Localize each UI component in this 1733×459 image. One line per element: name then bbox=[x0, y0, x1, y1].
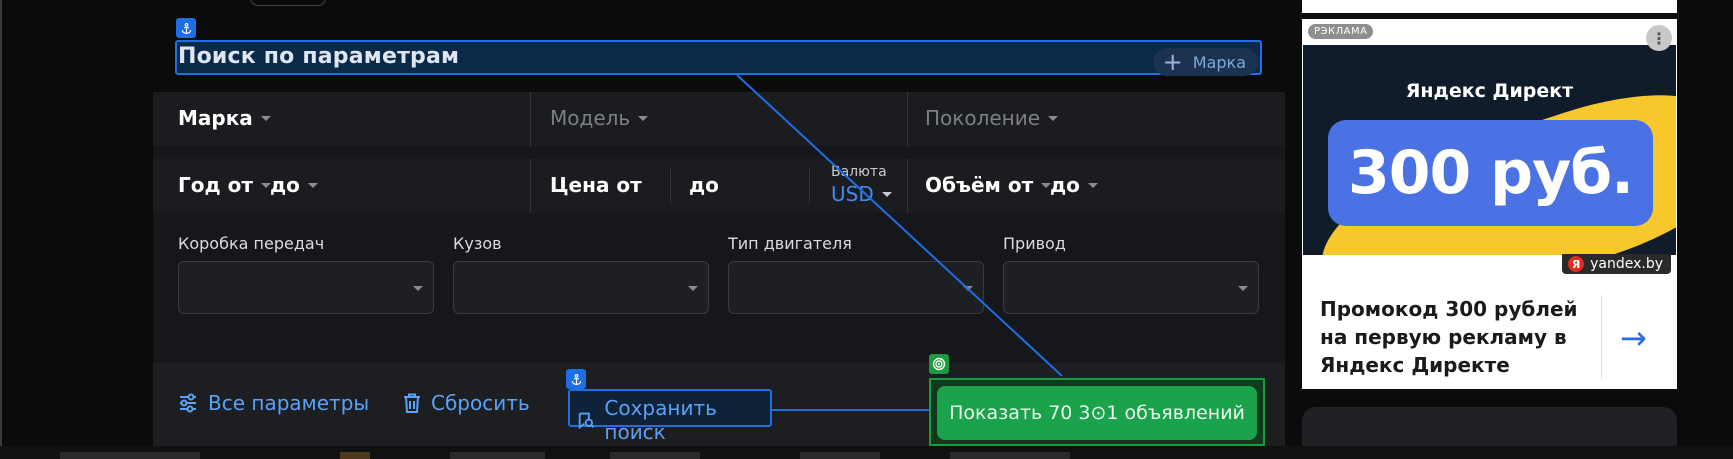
model-select-label: Модель bbox=[550, 106, 631, 130]
arrow-right-icon[interactable]: → bbox=[1620, 319, 1647, 357]
save-search-content: Сохранить поиск bbox=[576, 396, 770, 444]
drive-dropdown[interactable] bbox=[1003, 261, 1259, 314]
show-results-highlight: Показать 70 3⊙1 объявлений bbox=[929, 378, 1265, 446]
search-title-bar: Поиск по параметрам + Марка bbox=[175, 40, 1262, 76]
taskbar bbox=[0, 446, 1733, 459]
taskbar-item bbox=[60, 452, 200, 459]
year-from-select[interactable]: Год от bbox=[178, 173, 271, 197]
range-row: Год от до Цена от до Объём от до bbox=[153, 159, 1285, 213]
brand-select-label: Марка bbox=[178, 106, 253, 130]
chevron-down-icon bbox=[413, 286, 423, 291]
reset-label: Сбросить bbox=[431, 391, 530, 415]
all-params-link[interactable]: Все параметры bbox=[178, 391, 369, 415]
volume-to-label: до bbox=[1050, 173, 1080, 197]
more-options-icon[interactable]: ⋮ bbox=[1646, 25, 1672, 51]
prev-section-edge bbox=[250, 0, 326, 6]
yandex-logo-icon: Я bbox=[1568, 256, 1585, 272]
chevron-down-icon bbox=[260, 115, 271, 121]
gearbox-caption: Коробка передач bbox=[178, 234, 325, 253]
volume-from-select[interactable]: Объём от bbox=[925, 173, 1052, 197]
chevron-down-icon bbox=[1048, 115, 1059, 121]
all-params-label: Все параметры bbox=[208, 391, 370, 415]
save-search-button[interactable]: Сохранить поиск bbox=[568, 389, 772, 444]
ad-brand-line: Яндекс Директ bbox=[1405, 80, 1574, 102]
divider bbox=[530, 92, 531, 146]
browser-window: Поиск по параметрам + Марка Марка Модель… bbox=[0, 0, 1733, 447]
price-to-label: до bbox=[689, 173, 719, 197]
target-icon bbox=[929, 354, 949, 374]
chevron-down-icon bbox=[638, 115, 649, 121]
volume-to-select[interactable]: до bbox=[1050, 173, 1098, 197]
ad-banner[interactable]: Яндекс Директ 300 руб. bbox=[1303, 45, 1676, 255]
divider bbox=[907, 92, 908, 146]
filter-panel: Марка Модель Поколение Год от до Цена от bbox=[153, 92, 1285, 446]
ad-headline: 300 руб. bbox=[1328, 120, 1653, 226]
price-to-input[interactable]: до bbox=[689, 173, 719, 197]
add-brand-button[interactable]: + Марка bbox=[1152, 48, 1258, 76]
ad-top-strip bbox=[1302, 0, 1677, 13]
price-from-input[interactable]: Цена от bbox=[550, 173, 642, 197]
ad-card[interactable]: Яндекс Директ 300 руб. РЭКЛАМА ⋮ Я yande… bbox=[1302, 19, 1677, 389]
year-to-label: до bbox=[270, 173, 300, 197]
currency-caption: Валюта bbox=[831, 164, 887, 180]
trash-icon bbox=[404, 393, 420, 413]
anchor-icon bbox=[566, 369, 586, 389]
taskbar-item bbox=[340, 452, 370, 459]
reset-button[interactable]: Сбросить bbox=[403, 391, 530, 415]
anchor-icon bbox=[176, 18, 196, 38]
brand-row: Марка Модель Поколение bbox=[153, 92, 1285, 146]
add-brand-label: Марка bbox=[1192, 52, 1246, 72]
chevron-down-icon bbox=[1087, 182, 1098, 188]
divider bbox=[809, 169, 810, 203]
currency-select[interactable]: USD bbox=[831, 182, 892, 206]
chevron-down-icon bbox=[688, 286, 698, 291]
save-search-label: Сохранить поиск bbox=[604, 396, 717, 444]
ad-tag: РЭКЛАМА bbox=[1308, 24, 1374, 39]
taskbar-item bbox=[610, 452, 700, 459]
drive-caption: Привод bbox=[1003, 234, 1066, 253]
price-from-label: Цена от bbox=[550, 173, 642, 197]
year-to-select[interactable]: до bbox=[270, 173, 318, 197]
chevron-down-icon bbox=[963, 286, 973, 291]
currency-value: USD bbox=[831, 182, 874, 206]
next-ad-card bbox=[1302, 407, 1677, 447]
engine-caption: Тип двигателя bbox=[728, 234, 852, 253]
sliders-icon bbox=[180, 393, 196, 413]
actions-row: Все параметры Сбросить Сохранить поиск П… bbox=[153, 363, 1285, 446]
chevron-down-icon bbox=[881, 191, 892, 197]
chevron-down-icon bbox=[1238, 286, 1248, 291]
divider bbox=[1601, 295, 1602, 379]
taskbar-item bbox=[800, 452, 880, 459]
brand-select[interactable]: Марка bbox=[178, 106, 271, 130]
taskbar-item bbox=[950, 452, 1070, 459]
generation-select[interactable]: Поколение bbox=[925, 106, 1059, 130]
page-title: Поиск по параметрам bbox=[178, 44, 460, 69]
gearbox-dropdown[interactable] bbox=[178, 261, 434, 314]
engine-dropdown[interactable] bbox=[728, 261, 984, 314]
ad-domain-label: yandex.by bbox=[1590, 256, 1663, 272]
divider bbox=[670, 169, 671, 203]
body-caption: Кузов bbox=[453, 234, 502, 253]
ad-text: Промокод 300 рублей на первую рекламу в … bbox=[1320, 297, 1578, 377]
volume-from-label: Объём от bbox=[925, 173, 1034, 197]
year-from-label: Год от bbox=[178, 173, 253, 197]
body-dropdown[interactable] bbox=[453, 261, 709, 314]
model-select[interactable]: Модель bbox=[550, 106, 649, 130]
generation-select-label: Поколение bbox=[925, 106, 1041, 130]
chevron-down-icon bbox=[307, 182, 318, 188]
divider bbox=[907, 159, 908, 213]
divider bbox=[530, 159, 531, 213]
show-results-button[interactable]: Показать 70 3⊙1 объявлений bbox=[937, 386, 1257, 440]
taskbar-item bbox=[450, 452, 545, 459]
bookmark-search-icon bbox=[578, 412, 595, 430]
plus-icon: + bbox=[1162, 48, 1183, 76]
ad-domain[interactable]: Я yandex.by bbox=[1562, 254, 1671, 274]
